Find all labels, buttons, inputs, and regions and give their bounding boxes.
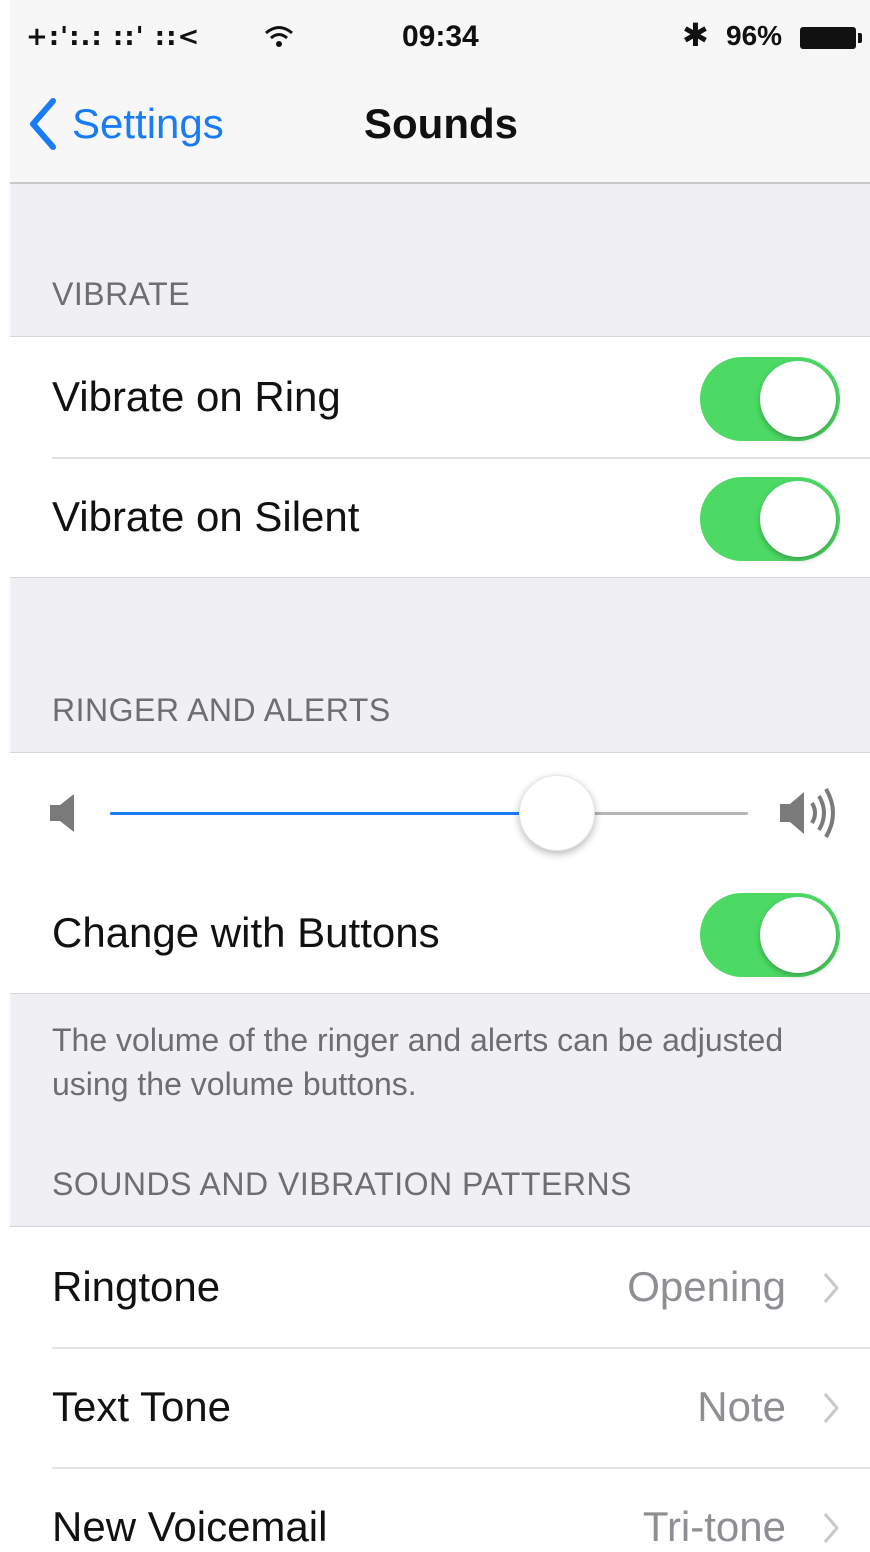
new-voicemail-row[interactable]: New Voicemail Tri-tone [10, 1467, 870, 1552]
bluetooth-icon: ✱ [682, 17, 709, 53]
ringer-volume-row [10, 753, 870, 873]
chevron-right-icon [823, 1393, 839, 1423]
row-label: Change with Buttons [52, 909, 440, 956]
sounds-settings-screen: +:':.: ::' ::< 09:34 ✱ 96% Settings Soun… [10, 0, 870, 1552]
battery-percent: 96% [726, 20, 783, 51]
vibrate-on-silent-row: Vibrate on Silent [10, 457, 870, 577]
section-header-sounds: SOUNDS AND VIBRATION PATTERNS [52, 1166, 632, 1202]
change-with-buttons-toggle[interactable] [700, 893, 840, 977]
toggle-knob [760, 361, 836, 437]
status-bar: +:':.: ::' ::< 09:34 ✱ 96% [10, 0, 870, 70]
volume-slider-thumb[interactable] [519, 775, 595, 851]
vibrate-on-ring-toggle[interactable] [700, 357, 840, 441]
volume-slider-track[interactable] [110, 812, 748, 815]
volume-slider-fill [110, 812, 557, 815]
ringer-footer-note: The volume of the ringer and alerts can … [52, 1022, 784, 1102]
vibrate-on-silent-toggle[interactable] [700, 477, 840, 561]
vibrate-on-ring-row: Vibrate on Ring [10, 337, 870, 457]
row-value: Opening [627, 1263, 786, 1310]
navigation-bar: Settings Sounds [10, 70, 870, 184]
change-with-buttons-row: Change with Buttons [10, 873, 870, 993]
vibrate-group: Vibrate on Ring Vibrate on Silent [10, 336, 870, 578]
row-label: Ringtone [52, 1263, 221, 1310]
battery-icon [800, 27, 862, 49]
text-tone-row[interactable]: Text Tone Note [10, 1347, 870, 1467]
row-value: Tri-tone [642, 1503, 786, 1550]
back-button[interactable]: Settings [28, 94, 224, 154]
ringer-group: Change with Buttons [10, 752, 870, 994]
status-time: 09:34 [402, 20, 479, 53]
row-label: Vibrate on Ring [52, 373, 341, 420]
volume-low-icon [50, 794, 74, 832]
section-header-ringer: RINGER AND ALERTS [52, 692, 391, 728]
page-title: Sounds [364, 100, 518, 147]
sounds-group: Ringtone Opening Text Tone Note New Voic… [10, 1226, 870, 1552]
chevron-right-icon [823, 1513, 839, 1543]
carrier-signal: +:':.: ::' ::< [26, 22, 201, 52]
chevron-right-icon [823, 1273, 839, 1303]
chevron-left-icon [30, 98, 56, 150]
row-label: Vibrate on Silent [52, 493, 360, 540]
row-label: New Voicemail [52, 1503, 328, 1550]
wifi-icon [265, 26, 293, 47]
ringtone-row[interactable]: Ringtone Opening [10, 1227, 870, 1347]
row-label: Text Tone [52, 1383, 232, 1430]
volume-high-icon [780, 787, 835, 839]
section-header-vibrate: VIBRATE [52, 276, 191, 312]
toggle-knob [760, 481, 836, 557]
toggle-knob [760, 897, 836, 973]
back-button-label: Settings [72, 100, 224, 147]
row-value: Note [697, 1383, 786, 1430]
